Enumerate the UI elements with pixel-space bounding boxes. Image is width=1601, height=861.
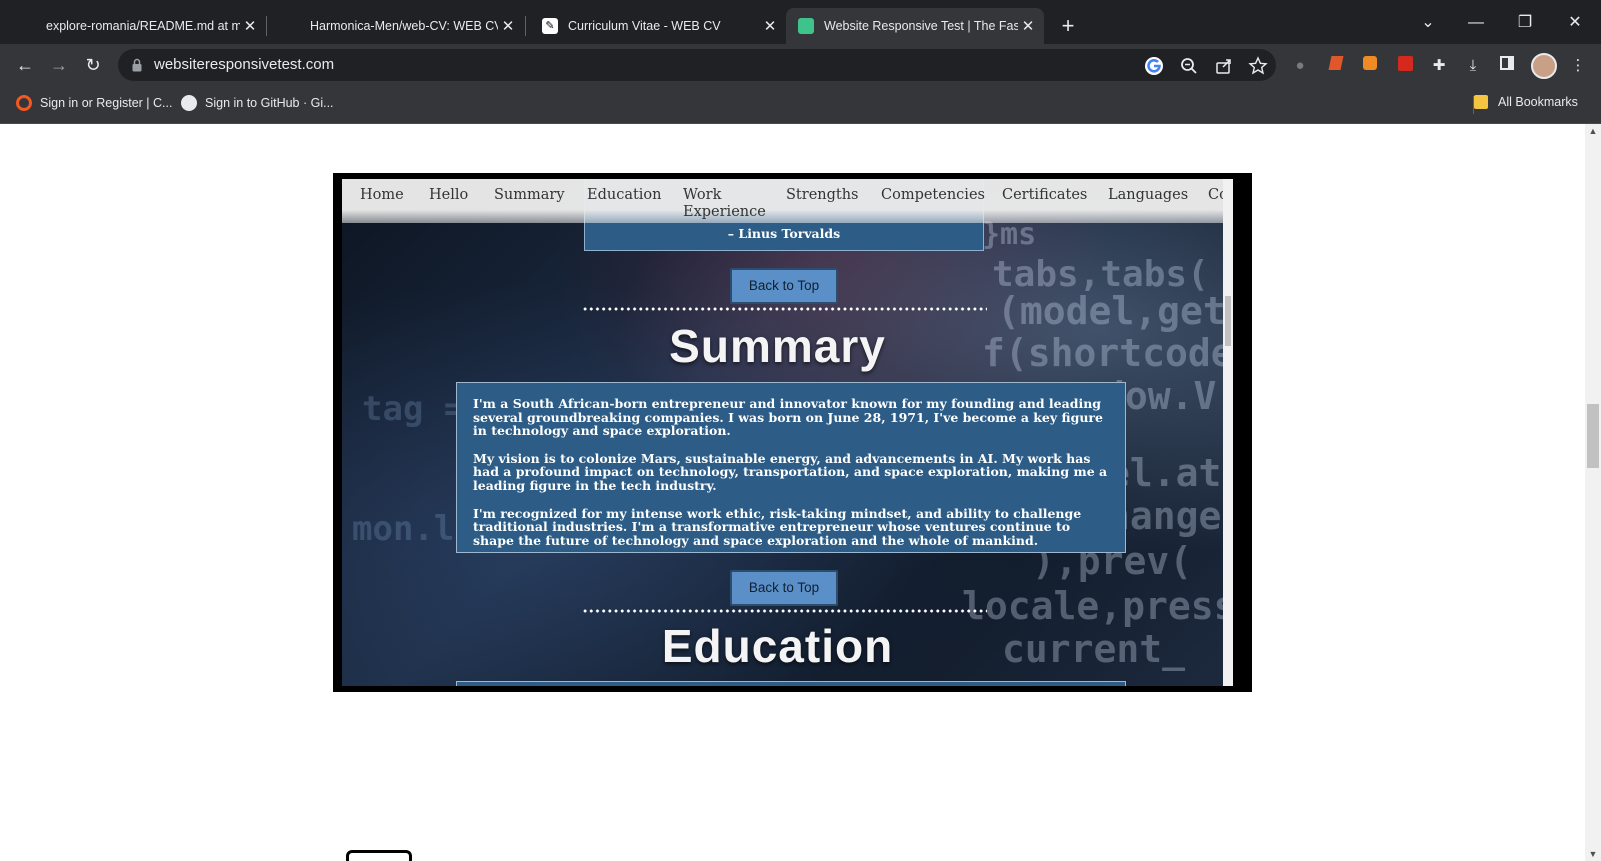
lock-icon[interactable] <box>132 58 142 72</box>
education-heading: Education <box>661 620 894 672</box>
folder-icon <box>1474 95 1488 109</box>
extension-mic-icon[interactable]: ● <box>1290 56 1310 76</box>
tab-title: Website Responsive Test | The Faste <box>824 19 1018 33</box>
all-bookmarks-button[interactable]: All Bookmarks <box>1474 95 1578 109</box>
back-to-top-button[interactable]: Back to Top <box>730 570 838 606</box>
nav-languages[interactable]: Languages <box>1108 187 1188 204</box>
scroll-up-arrow-icon[interactable]: ▲ <box>1585 126 1601 136</box>
nav-competencies[interactable]: Competencies <box>881 187 985 204</box>
summary-paragraph: My vision is to colonize Mars, sustainab… <box>473 450 1108 493</box>
responsive-test-icon <box>798 18 814 34</box>
google-lens-icon[interactable] <box>1144 56 1164 76</box>
profile-avatar[interactable] <box>1531 53 1557 79</box>
github-icon <box>284 18 300 34</box>
dotted-divider <box>582 307 987 311</box>
nav-strengths[interactable]: Strengths <box>786 187 859 204</box>
tab-explore-romania[interactable]: explore-romania/README.md at m ✕ <box>8 8 266 44</box>
browser-tab-strip: explore-romania/README.md at m ✕ Harmoni… <box>0 0 1601 44</box>
bookmark-item[interactable]: Sign in or Register | C... <box>16 95 172 111</box>
quote-author: – Linus Torvalds <box>727 226 841 241</box>
zoom-icon[interactable] <box>1179 56 1199 76</box>
tab-web-cv-repo[interactable]: Harmonica-Men/web-CV: WEB CV ✕ <box>272 8 524 44</box>
summary-paragraph: I'm a South African-born entrepreneur an… <box>473 396 1103 439</box>
cv-icon: ✎ <box>542 18 558 34</box>
bookmarks-divider <box>1473 96 1474 114</box>
tab-curriculum-vitae[interactable]: ✎ Curriculum Vitae - WEB CV ✕ <box>530 8 786 44</box>
bookmark-label: Sign in to GitHub · Gi... <box>205 96 334 110</box>
extension-tag-icon[interactable] <box>1326 56 1346 76</box>
close-icon[interactable]: ✕ <box>240 17 260 35</box>
preview-viewport[interactable]: }ms tabs,tabs( (model,get( f(shortcode d… <box>342 179 1233 686</box>
browser-toolbar: ← → ↻ websiteresponsivetest.com ● ✚ ⤓ ⋮ <box>0 44 1601 86</box>
bookmark-label: Sign in or Register | C... <box>40 96 173 110</box>
reload-button[interactable]: ↻ <box>79 51 107 79</box>
scroll-down-arrow-icon[interactable]: ▼ <box>1585 849 1601 859</box>
close-icon[interactable]: ✕ <box>760 17 780 35</box>
summary-paragraph: I'm recognized for my intense work ethic… <box>473 505 1082 548</box>
bookmarks-bar: Sign in or Register | C... Sign in to Gi… <box>0 86 1601 124</box>
new-tab-button[interactable]: + <box>1054 12 1082 40</box>
tab-title: Curriculum Vitae - WEB CV <box>568 19 721 33</box>
site-navigation: Home Hello Summary Education Work Experi… <box>342 179 1233 223</box>
github-icon <box>20 18 36 34</box>
minimize-button[interactable]: — <box>1461 10 1491 36</box>
preview-scrollbar[interactable] <box>1223 179 1233 686</box>
nav-home[interactable]: Home <box>360 187 404 204</box>
summary-heading: Summary <box>669 320 886 372</box>
side-panel-icon[interactable] <box>1497 56 1517 76</box>
restore-button[interactable]: ❐ <box>1510 10 1540 36</box>
forward-button[interactable]: → <box>45 51 73 79</box>
bookmark-item[interactable]: Sign in to GitHub · Gi... <box>181 95 334 111</box>
tab-title: explore-romania/README.md at m <box>46 19 240 33</box>
close-icon[interactable]: ✕ <box>498 17 518 35</box>
extensions-puzzle-icon[interactable]: ✚ <box>1429 56 1449 76</box>
nav-certificates[interactable]: Certificates <box>1002 187 1087 204</box>
back-button[interactable]: ← <box>11 51 39 79</box>
github-icon <box>181 95 197 111</box>
share-icon[interactable] <box>1214 56 1234 76</box>
nav-summary[interactable]: Summary <box>494 187 565 204</box>
page-scrollbar[interactable]: ▲ ▼ <box>1585 124 1601 861</box>
scrollbar-thumb[interactable] <box>1225 296 1231 346</box>
address-bar[interactable]: websiteresponsivetest.com <box>118 49 1276 81</box>
education-box <box>456 681 1126 686</box>
extension-fox-icon[interactable] <box>1360 56 1380 76</box>
pdf-extension-icon[interactable] <box>1395 56 1415 76</box>
bookmark-star-icon[interactable] <box>1248 56 1268 76</box>
download-icon[interactable]: ⤓ <box>1463 56 1483 76</box>
code-background: mon.l <box>352 509 455 549</box>
tab-responsive-test[interactable]: Website Responsive Test | The Faste ✕ <box>786 8 1044 44</box>
menu-button[interactable]: ⋮ <box>1568 56 1588 76</box>
back-to-top-button[interactable]: Back to Top <box>730 268 838 304</box>
nav-work-experience[interactable]: Work Experience <box>683 187 766 221</box>
close-window-button[interactable]: ✕ <box>1560 10 1590 36</box>
nav-hello[interactable]: Hello <box>429 187 468 204</box>
device-toggle-icon[interactable] <box>346 850 412 861</box>
tab-title: Harmonica-Men/web-CV: WEB CV <box>310 19 498 33</box>
site-icon <box>16 95 32 111</box>
url-text[interactable]: websiteresponsivetest.com <box>154 56 334 73</box>
device-preview-frame: }ms tabs,tabs( (model,get( f(shortcode d… <box>333 173 1252 692</box>
tab-separator <box>266 16 267 36</box>
all-bookmarks-label: All Bookmarks <box>1498 95 1578 109</box>
scrollbar-thumb[interactable] <box>1587 404 1599 468</box>
summary-box: I'm a South African-born entrepreneur an… <box>456 382 1126 553</box>
close-icon[interactable]: ✕ <box>1018 17 1038 35</box>
tab-search-button[interactable]: ⌄ <box>1413 10 1443 36</box>
dotted-divider <box>582 609 987 613</box>
nav-education[interactable]: Education <box>587 187 662 204</box>
tab-separator <box>525 16 526 36</box>
